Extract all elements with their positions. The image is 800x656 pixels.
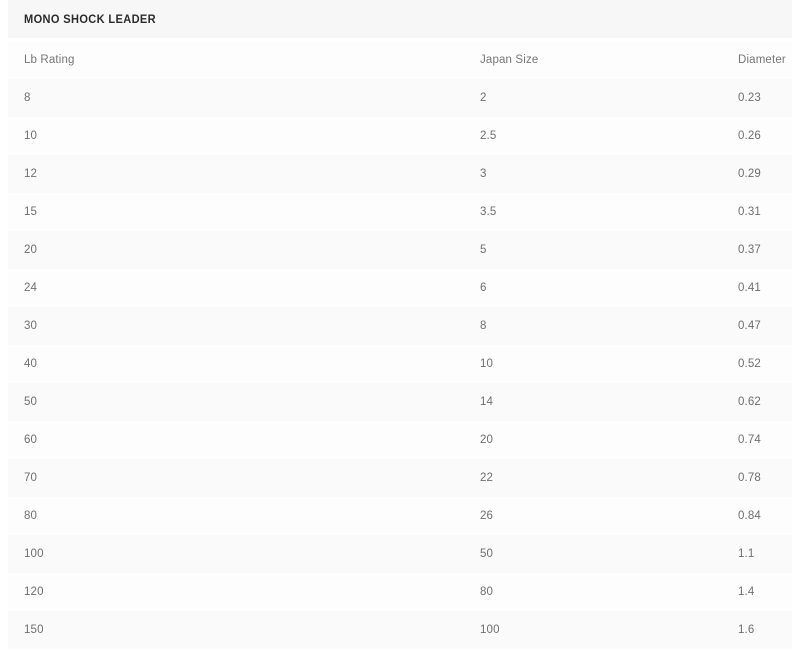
- table-row: 10 2.5 0.26: [8, 117, 792, 155]
- cell-lb-rating: 40: [24, 358, 38, 370]
- cell-diameter: 0.23: [738, 92, 761, 104]
- cell-lb-rating: 30: [24, 320, 38, 332]
- column-header-lb-rating: Lb Rating: [24, 54, 75, 66]
- table-row: 8 2 0.23: [8, 79, 792, 117]
- table-row: 60 20 0.74: [8, 421, 792, 459]
- specification-table: Lb Rating Japan Size Diameter 8 2 0.23 10 2.…: [8, 41, 792, 649]
- cell-japan-size: 20: [480, 434, 494, 446]
- column-header-diameter: Diameter: [738, 54, 786, 66]
- table-row: 80 26 0.84: [8, 497, 792, 535]
- cell-lb-rating: 50: [24, 396, 38, 408]
- cell-japan-size: 22: [480, 472, 494, 484]
- cell-lb-rating: 15: [24, 206, 38, 218]
- cell-lb-rating: 10: [24, 130, 38, 142]
- table-header-row: Lb Rating Japan Size Diameter: [8, 41, 792, 79]
- cell-lb-rating: 150: [24, 624, 44, 636]
- cell-diameter: 1.4: [738, 586, 755, 598]
- table-row: 12 3 0.29: [8, 155, 792, 193]
- table-row: 30 8 0.47: [8, 307, 792, 345]
- table-row: 15 3.5 0.31: [8, 193, 792, 231]
- cell-diameter: 0.74: [738, 434, 761, 446]
- cell-lb-rating: 12: [24, 168, 38, 180]
- table-row: 150 100 1.6: [8, 611, 792, 649]
- cell-diameter: 0.84: [738, 510, 761, 522]
- cell-diameter: 0.37: [738, 244, 761, 256]
- cell-japan-size: 8: [480, 320, 487, 332]
- cell-diameter: 0.47: [738, 320, 761, 332]
- cell-diameter: 0.26: [738, 130, 761, 142]
- cell-japan-size: 80: [480, 586, 494, 598]
- cell-japan-size: 100: [480, 624, 500, 636]
- cell-japan-size: 2.5: [480, 130, 497, 142]
- cell-japan-size: 6: [480, 282, 487, 294]
- table-body: 8 2 0.23 10 2.5 0.26 12 3 0.29 15 3.5 0.31 20 5 0.37 24…: [8, 79, 792, 649]
- cell-japan-size: 50: [480, 548, 494, 560]
- cell-lb-rating: 70: [24, 472, 38, 484]
- cell-diameter: 0.78: [738, 472, 761, 484]
- cell-diameter: 0.31: [738, 206, 761, 218]
- table-header: Lb Rating Japan Size Diameter: [8, 41, 792, 79]
- cell-lb-rating: 100: [24, 548, 44, 560]
- cell-japan-size: 14: [480, 396, 494, 408]
- cell-japan-size: 2: [480, 92, 487, 104]
- table-row: 120 80 1.4: [8, 573, 792, 611]
- table-row: 100 50 1.1: [8, 535, 792, 573]
- table-row: 40 10 0.52: [8, 345, 792, 383]
- cell-lb-rating: 24: [24, 282, 38, 294]
- page-title: MONO SHOCK LEADER: [24, 12, 157, 26]
- cell-lb-rating: 60: [24, 434, 38, 446]
- cell-japan-size: 26: [480, 510, 494, 522]
- table-row: 50 14 0.62: [8, 383, 792, 421]
- cell-diameter: 0.62: [738, 396, 761, 408]
- cell-diameter: 0.29: [738, 168, 761, 180]
- cell-diameter: 0.41: [738, 282, 761, 294]
- cell-lb-rating: 20: [24, 244, 38, 256]
- cell-diameter: 1.6: [738, 624, 755, 636]
- cell-diameter: 0.52: [738, 358, 761, 370]
- table-row: 20 5 0.37: [8, 231, 792, 269]
- cell-diameter: 1.1: [738, 548, 755, 560]
- spec-panel: MONO SHOCK LEADER Lb Rating Japan Size D…: [8, 0, 792, 649]
- cell-japan-size: 3.5: [480, 206, 497, 218]
- cell-japan-size: 5: [480, 244, 487, 256]
- table-row: 24 6 0.41: [8, 269, 792, 307]
- cell-japan-size: 3: [480, 168, 487, 180]
- cell-lb-rating: 8: [24, 92, 31, 104]
- table-row: 70 22 0.78: [8, 459, 792, 497]
- panel-title-band: MONO SHOCK LEADER: [8, 0, 792, 38]
- cell-lb-rating: 80: [24, 510, 38, 522]
- column-header-japan-size: Japan Size: [480, 54, 539, 66]
- cell-lb-rating: 120: [24, 586, 44, 598]
- cell-japan-size: 10: [480, 358, 494, 370]
